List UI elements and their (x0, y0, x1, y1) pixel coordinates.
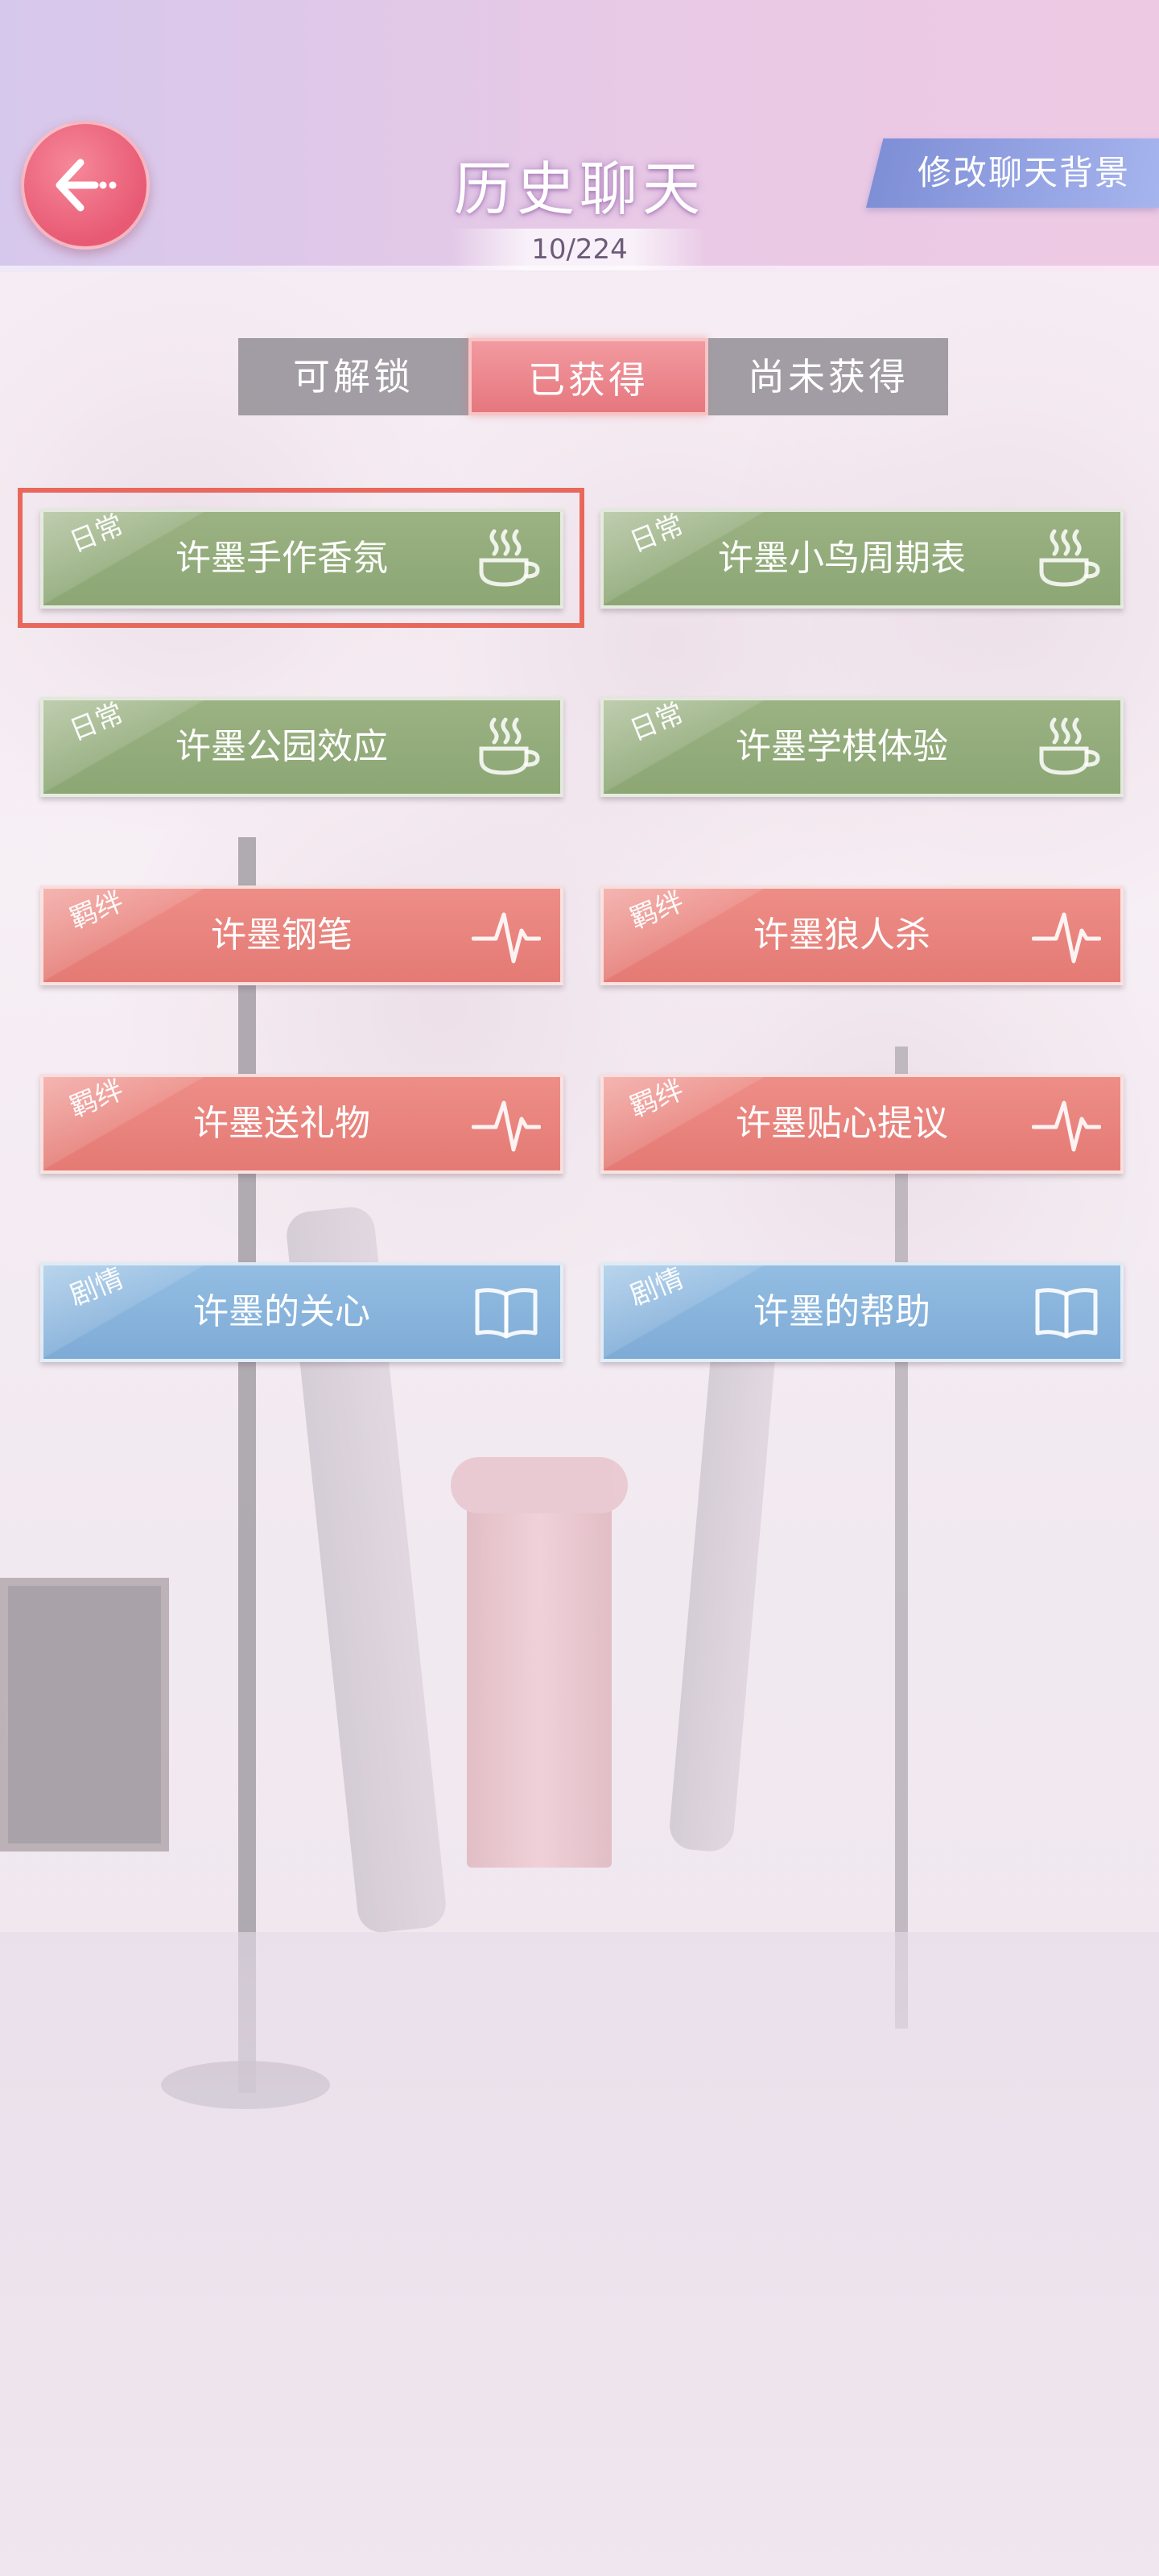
selection-highlight (18, 488, 584, 628)
page-title: 历史聊天 (453, 155, 705, 223)
coffee-cup-icon (1032, 715, 1101, 779)
chat-card[interactable]: 日常 许墨小鸟周期表 (600, 509, 1124, 609)
chat-card[interactable]: 羁绊 许墨钢笔 (40, 886, 563, 985)
tab-unlockable[interactable]: 可解锁 (238, 338, 468, 415)
filter-tabs: 可解锁 已获得 尚未获得 (238, 338, 948, 415)
heartbeat-icon (471, 1092, 542, 1156)
heartbeat-icon (471, 903, 542, 968)
card-title: 许墨狼人杀 (753, 914, 930, 956)
heartbeat-icon (1031, 903, 1102, 968)
heartbeat-icon (1031, 1092, 1102, 1156)
history-count: 10/224 (451, 229, 708, 270)
back-arrow-icon (56, 159, 117, 212)
coffee-cup-icon (1032, 526, 1101, 591)
open-book-icon (472, 1280, 541, 1344)
coffee-cup-icon (472, 715, 541, 779)
card-title: 许墨公园效应 (175, 726, 388, 767)
card-title: 许墨钢笔 (211, 914, 353, 956)
chat-card[interactable]: 剧情 许墨的关心 (40, 1262, 563, 1362)
card-title: 许墨送礼物 (193, 1103, 370, 1144)
chat-card[interactable]: 日常 许墨学棋体验 (600, 697, 1124, 797)
card-title: 许墨的关心 (193, 1291, 370, 1332)
chat-card[interactable]: 日常 许墨公园效应 (40, 697, 563, 797)
chat-card[interactable]: 羁绊 许墨狼人杀 (600, 886, 1124, 985)
back-button[interactable] (21, 121, 150, 250)
tab-not-obtained[interactable]: 尚未获得 (708, 338, 948, 415)
chat-card[interactable]: 羁绊 许墨送礼物 (40, 1074, 563, 1174)
open-book-icon (1032, 1280, 1101, 1344)
chat-card[interactable]: 羁绊 许墨贴心提议 (600, 1074, 1124, 1174)
tab-obtained[interactable]: 已获得 (468, 338, 708, 415)
chat-card[interactable]: 剧情 许墨的帮助 (600, 1262, 1124, 1362)
card-title: 许墨小鸟周期表 (718, 538, 966, 579)
card-title: 许墨贴心提议 (736, 1103, 948, 1144)
card-title: 许墨的帮助 (753, 1291, 930, 1332)
change-chat-background-label[interactable]: 修改聊天背景 (889, 138, 1159, 208)
card-title: 许墨学棋体验 (736, 726, 948, 767)
